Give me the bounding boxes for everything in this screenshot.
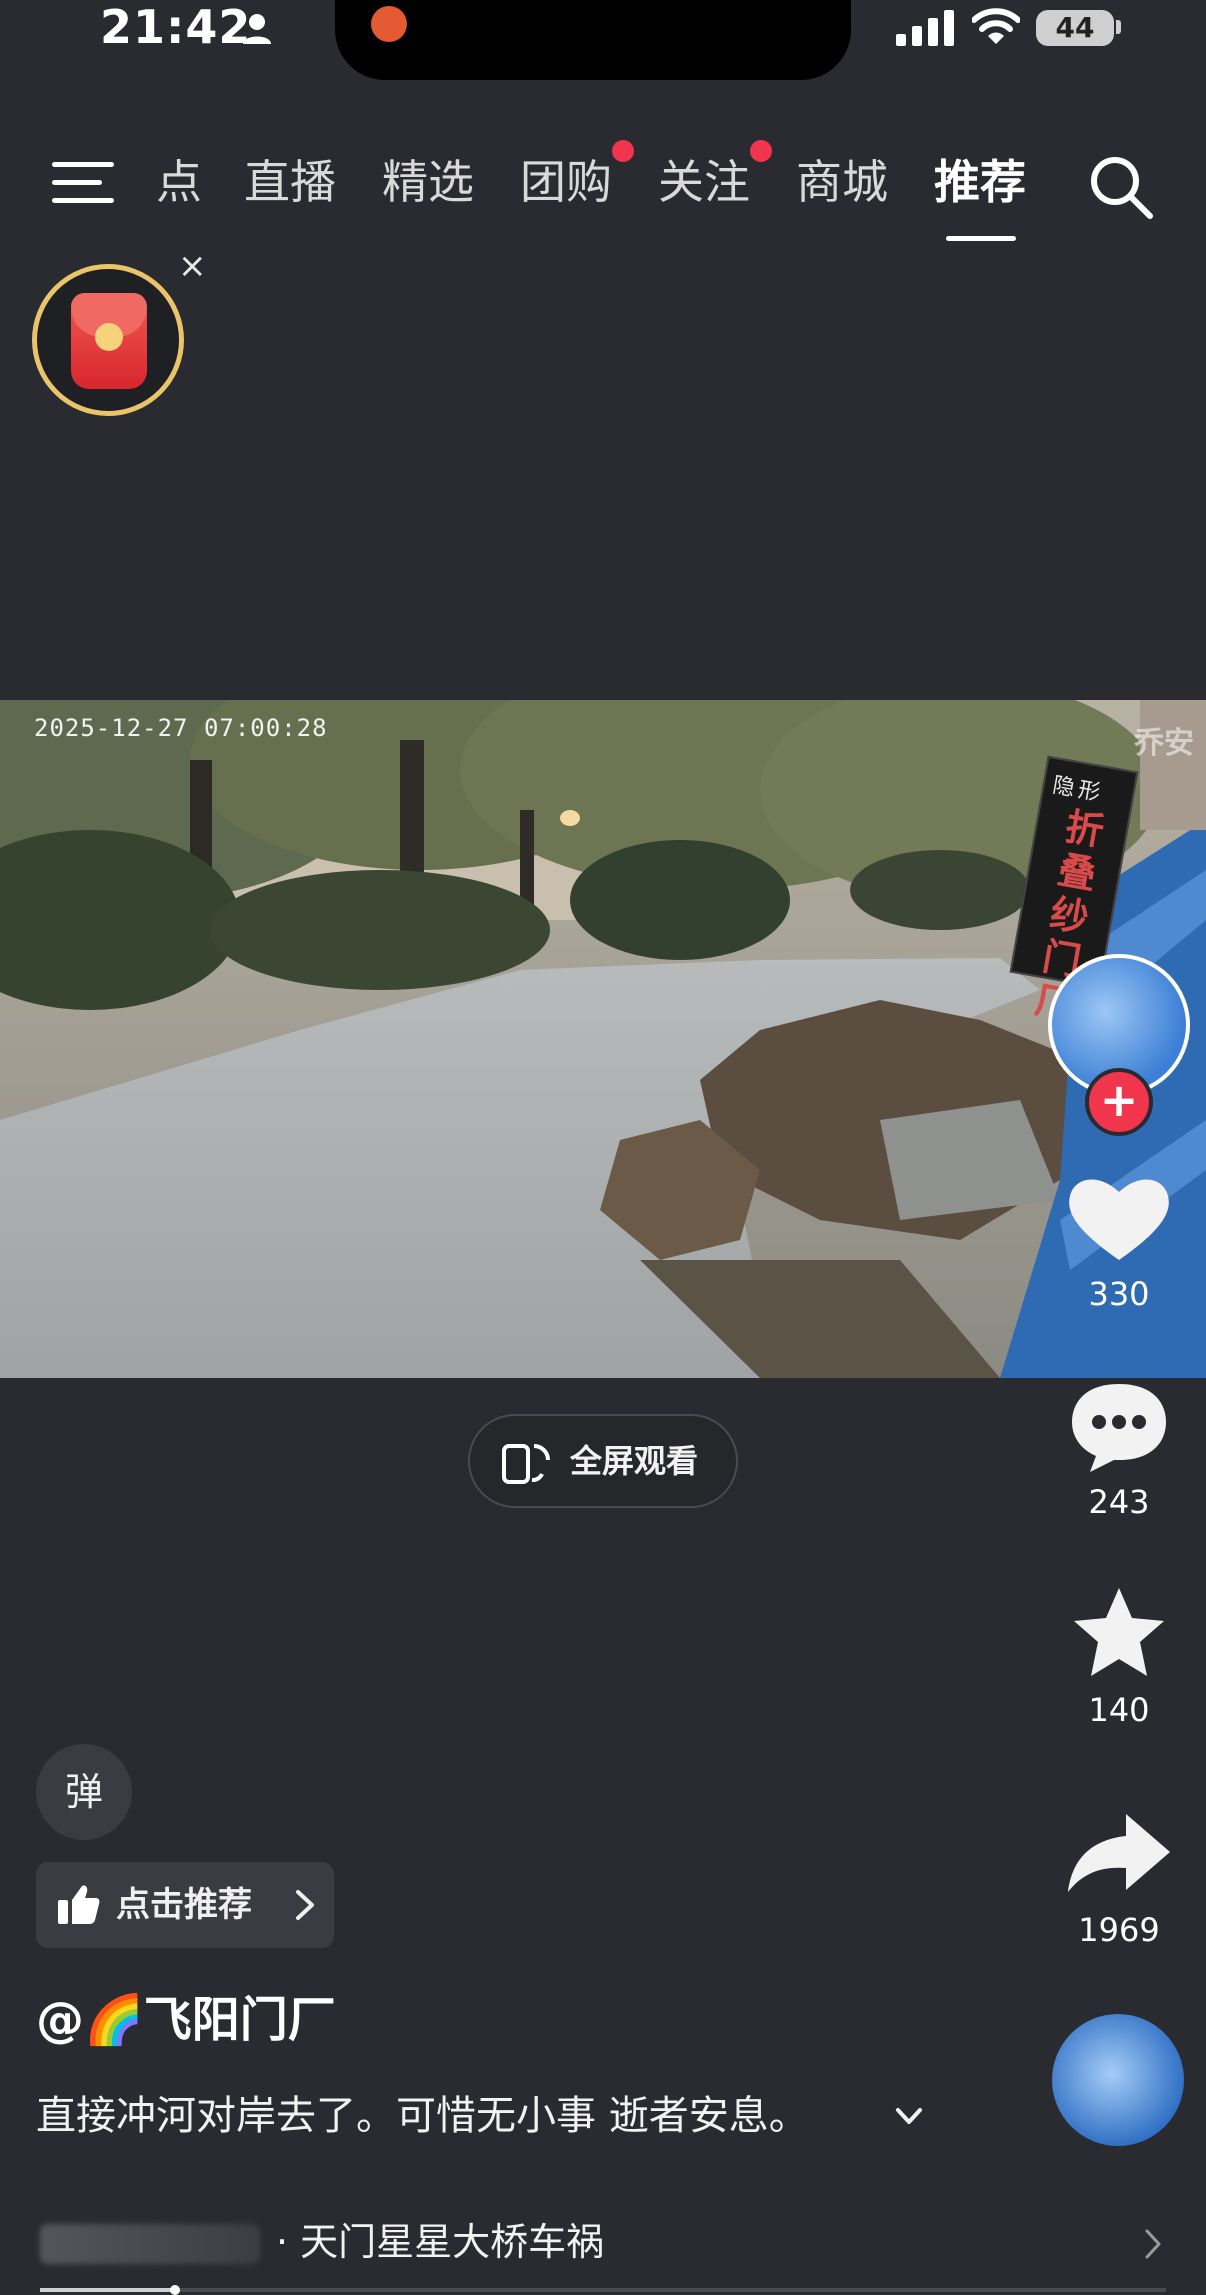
camera-watermark: 乔安 xyxy=(1134,726,1194,761)
video-frame xyxy=(0,700,1206,1378)
search-icon[interactable] xyxy=(1088,154,1154,220)
fullscreen-label: 全屏观看 xyxy=(570,1442,699,1480)
follow-plus-button[interactable]: + xyxy=(1085,1068,1153,1136)
playback-progress-bar[interactable] xyxy=(40,2285,1166,2295)
tab-recommend[interactable]: 推荐 xyxy=(934,152,1026,212)
author-name[interactable]: @🌈飞阳门厂 xyxy=(36,1990,336,2050)
tab-following[interactable]: 关注 xyxy=(658,152,750,212)
tab-group-buy-badge xyxy=(612,140,634,162)
battery-indicator: 44 xyxy=(1036,10,1114,46)
red-envelope-icon xyxy=(71,293,147,389)
comment-icon xyxy=(1072,1384,1166,1472)
chevron-right-icon xyxy=(296,1890,314,1920)
favorite-count: 140 xyxy=(1088,1691,1150,1729)
blurred-related-icon xyxy=(40,2224,260,2264)
tab-mall[interactable]: 商城 xyxy=(796,152,888,212)
related-topic-label: · 天门星星大桥车祸 xyxy=(276,2220,605,2264)
like-button[interactable]: 330 xyxy=(1056,1168,1182,1314)
red-packet-widget[interactable] xyxy=(32,264,184,416)
tab-live[interactable]: 直播 xyxy=(244,152,336,212)
music-disc-icon[interactable] xyxy=(1052,2014,1184,2146)
favorite-button[interactable]: 140 xyxy=(1056,1584,1182,1730)
video-player[interactable]: 2025-12-27 07:00:28 乔安 隐形 折叠纱门厂 xyxy=(0,700,1206,1378)
person-icon xyxy=(243,14,271,44)
dynamic-island xyxy=(335,0,851,80)
top-nav: 点 直播 精选 团购 关注 商城 推荐 xyxy=(0,140,1206,250)
chevron-right-icon xyxy=(1145,2229,1161,2259)
menu-icon[interactable] xyxy=(52,160,114,206)
playback-progress-fill xyxy=(40,2288,176,2292)
share-count: 1969 xyxy=(1078,1911,1160,1949)
active-tab-underline xyxy=(946,236,1016,241)
related-search-bar[interactable]: · 天门星星大桥车祸 xyxy=(0,2196,1206,2295)
video-timestamp: 2025-12-27 07:00:28 xyxy=(34,714,328,742)
signal-icon xyxy=(896,10,954,46)
recommend-button[interactable]: 点击推荐 xyxy=(36,1862,334,1948)
red-envelope-coin xyxy=(95,323,123,351)
status-time: 21:42 xyxy=(100,0,252,54)
status-bar: 21:42 44 xyxy=(0,0,1206,80)
recording-dot-icon xyxy=(371,6,407,42)
star-icon xyxy=(1074,1588,1164,1676)
heart-icon xyxy=(1069,1179,1169,1260)
fullscreen-button[interactable]: 全屏观看 xyxy=(468,1414,738,1508)
comment-button[interactable]: 243 xyxy=(1056,1376,1182,1522)
rotate-phone-icon xyxy=(502,1444,550,1484)
wifi-icon xyxy=(972,8,1020,44)
thumbs-up-icon xyxy=(58,1885,100,1924)
red-packet-close-icon[interactable]: × xyxy=(178,246,207,286)
tab-following-badge xyxy=(750,140,772,162)
danmu-toggle-button[interactable]: 弹 xyxy=(36,1744,132,1840)
share-button[interactable]: 1969 xyxy=(1056,1804,1182,1950)
share-arrow-icon xyxy=(1068,1814,1170,1892)
tab-dian[interactable]: 点 xyxy=(156,152,202,212)
battery-nub xyxy=(1116,20,1121,34)
tab-featured[interactable]: 精选 xyxy=(382,152,474,212)
recommend-label: 点击推荐 xyxy=(116,1885,252,1925)
video-caption: 直接冲河对岸去了。可惜无小事 逝者安息。 xyxy=(36,2093,809,2139)
expand-caption-icon[interactable] xyxy=(894,2106,924,2128)
shop-sign-small-text: 隐形 xyxy=(1050,773,1107,807)
like-count: 330 xyxy=(1088,1275,1150,1313)
comment-count: 243 xyxy=(1088,1483,1150,1521)
tab-group-buy[interactable]: 团购 xyxy=(520,152,612,212)
